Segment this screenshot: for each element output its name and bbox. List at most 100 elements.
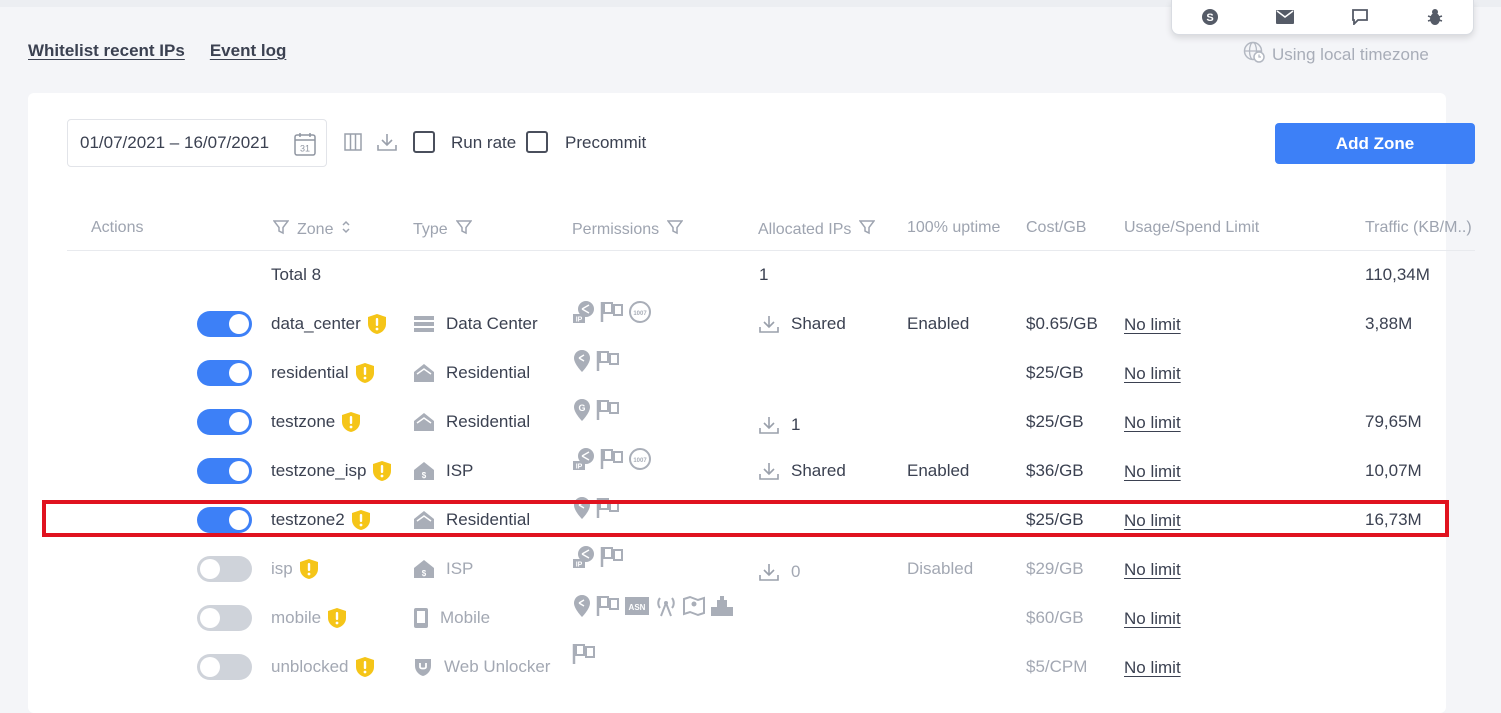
header-type[interactable]: Type: [413, 219, 473, 240]
uptime-status: Enabled: [907, 314, 970, 333]
svg-text:ASN: ASN: [629, 603, 646, 612]
permissions-cell: ASN: [572, 594, 734, 618]
header-traffic: Traffic (KB/M..): [1365, 219, 1472, 236]
usage-limit-link[interactable]: No limit: [1124, 507, 1181, 535]
zone-type: Residential: [446, 510, 531, 529]
filter-icon[interactable]: [858, 219, 876, 240]
zone-name-cell[interactable]: residential: [271, 359, 375, 387]
usage-limit-link[interactable]: No limit: [1124, 311, 1181, 339]
usage-limit-link[interactable]: No limit: [1124, 605, 1181, 633]
warning-shield-icon[interactable]: [299, 558, 319, 580]
zone-name[interactable]: testzone: [271, 412, 335, 432]
zone-toggle[interactable]: [197, 654, 252, 680]
zone-name-cell[interactable]: testzone: [271, 408, 361, 436]
toggle-knob: [229, 412, 249, 432]
warning-shield-icon[interactable]: [351, 509, 371, 531]
flag-icon: [596, 350, 620, 372]
mail-icon[interactable]: [1275, 7, 1295, 27]
warning-shield-icon[interactable]: [367, 313, 387, 335]
download-icon[interactable]: [759, 563, 779, 582]
bug-icon[interactable]: [1425, 7, 1445, 27]
header-allocated-ips[interactable]: Allocated IPs: [758, 219, 876, 240]
flag-icon: [572, 643, 596, 665]
calendar-icon[interactable]: 31: [294, 132, 316, 161]
warning-shield-icon[interactable]: [355, 362, 375, 384]
warning-shield-icon[interactable]: [341, 411, 361, 433]
zone-name[interactable]: data_center: [271, 314, 361, 334]
isp-house-icon: $: [413, 559, 435, 579]
zone-name-cell[interactable]: testzone_isp: [271, 457, 392, 485]
sort-icon[interactable]: [341, 220, 351, 239]
download-icon[interactable]: [377, 133, 397, 157]
columns-icon[interactable]: [344, 133, 362, 156]
allocated-ips-cell[interactable]: 1: [759, 411, 800, 439]
toggle-knob: [229, 510, 249, 530]
allocated-ips-cell[interactable]: 0: [759, 558, 800, 586]
download-icon[interactable]: [759, 416, 779, 435]
location-pin-icon: [572, 349, 592, 373]
zone-name[interactable]: residential: [271, 363, 349, 383]
cost-per-gb: $25/GB: [1026, 412, 1084, 431]
zone-toggle[interactable]: [197, 507, 252, 533]
filter-icon[interactable]: [666, 219, 684, 240]
zone-toggle[interactable]: [197, 458, 252, 484]
zone-name-cell[interactable]: mobile: [271, 604, 347, 632]
cost-per-gb: $25/GB: [1026, 510, 1084, 529]
zone-toggle[interactable]: [197, 311, 252, 337]
location-pin-icon: [572, 496, 592, 520]
zone-name-cell[interactable]: data_center: [271, 310, 387, 338]
zone-type: Data Center: [446, 314, 538, 333]
usage-limit-link[interactable]: No limit: [1124, 458, 1181, 486]
permissions-cell: [572, 643, 596, 665]
total-traffic: 110,34M: [1365, 265, 1430, 284]
zone-name-cell[interactable]: isp: [271, 555, 319, 583]
zone-name[interactable]: isp: [271, 559, 293, 579]
zone-toggle[interactable]: [197, 605, 252, 631]
antenna-icon: [654, 595, 678, 617]
usage-limit-link[interactable]: No limit: [1124, 409, 1181, 437]
download-icon[interactable]: [759, 315, 779, 334]
zone-name-cell[interactable]: testzone2: [271, 506, 371, 534]
allocated-ips-cell[interactable]: Shared: [759, 310, 846, 338]
download-icon[interactable]: [759, 462, 779, 481]
whitelist-recent-ips-link[interactable]: Whitelist recent IPs: [28, 41, 185, 61]
zone-toggle[interactable]: [197, 360, 252, 386]
zone-name[interactable]: testzone_isp: [271, 461, 366, 481]
warning-shield-icon[interactable]: [372, 460, 392, 482]
usage-limit-link[interactable]: No limit: [1124, 654, 1181, 682]
skype-icon[interactable]: S: [1200, 7, 1220, 27]
traffic-value: 10,07M: [1365, 461, 1422, 480]
usage-limit-link[interactable]: No limit: [1124, 556, 1181, 584]
warning-shield-icon[interactable]: [355, 656, 375, 678]
header-zone[interactable]: Zone: [272, 219, 351, 240]
zone-toggle[interactable]: [197, 556, 252, 582]
permissions-cell: IP: [572, 545, 624, 569]
filter-icon[interactable]: [455, 219, 473, 240]
svg-text:1007: 1007: [633, 311, 647, 317]
header-permissions[interactable]: Permissions: [572, 219, 684, 240]
zone-toggle[interactable]: [197, 409, 252, 435]
add-zone-button[interactable]: Add Zone: [1275, 123, 1475, 164]
usage-limit-link[interactable]: No limit: [1124, 360, 1181, 388]
zone-type-cell: Web Unlocker: [413, 653, 550, 681]
chat-icon[interactable]: [1350, 7, 1370, 27]
top-links: Whitelist recent IPs Event log: [28, 41, 286, 61]
zone-name-cell[interactable]: unblocked: [271, 653, 375, 681]
zone-type-cell: Mobile: [413, 604, 490, 632]
allocated-ips-value: Shared: [791, 461, 846, 480]
asn-icon: 1007: [628, 301, 652, 323]
zone-name[interactable]: testzone2: [271, 510, 345, 530]
filter-icon[interactable]: [272, 219, 290, 240]
toggle-knob: [229, 314, 249, 334]
run-rate-checkbox[interactable]: [413, 131, 435, 153]
uptime-status: Enabled: [907, 461, 970, 480]
asn-icon: 1007: [628, 448, 652, 470]
precommit-checkbox[interactable]: [526, 131, 548, 153]
map-icon: [682, 595, 706, 617]
warning-shield-icon[interactable]: [327, 607, 347, 629]
zone-name[interactable]: mobile: [271, 608, 321, 628]
zone-name[interactable]: unblocked: [271, 657, 349, 677]
date-range-picker[interactable]: 01/07/2021 – 16/07/2021 31: [67, 119, 327, 167]
event-log-link[interactable]: Event log: [210, 41, 287, 61]
allocated-ips-cell[interactable]: Shared: [759, 457, 846, 485]
